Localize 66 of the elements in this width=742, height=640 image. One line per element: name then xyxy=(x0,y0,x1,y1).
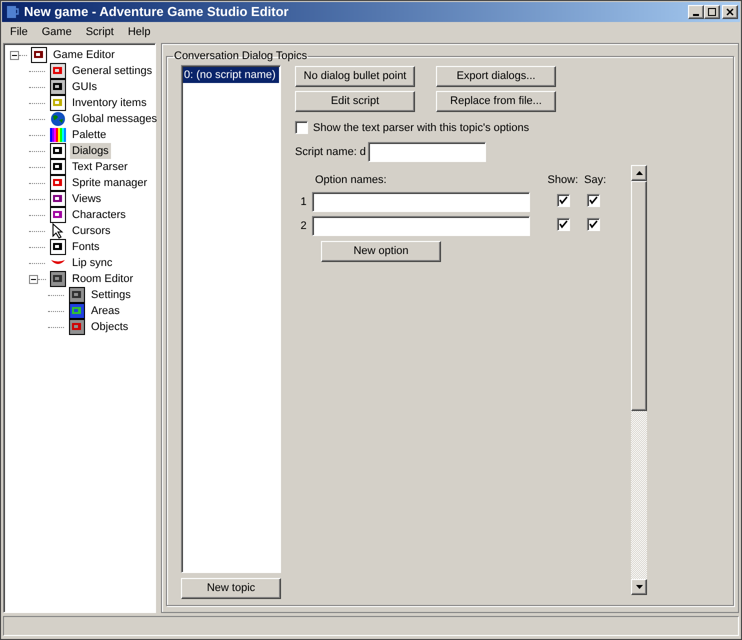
menu-item[interactable]: Game xyxy=(34,24,79,41)
column-header: Option names: xyxy=(315,172,387,188)
lips-icon xyxy=(50,259,66,267)
tree-item[interactable]: Characters xyxy=(70,206,128,224)
group-title: Conversation Dialog Topics xyxy=(173,49,308,64)
tree-item[interactable]: Inventory items xyxy=(70,94,149,112)
tree-item[interactable]: Views xyxy=(70,190,104,208)
checkbox[interactable] xyxy=(557,218,570,231)
tree-item[interactable]: Sprite manager xyxy=(70,174,150,192)
scroll-up-button[interactable] xyxy=(631,164,647,180)
tree-item[interactable]: Objects xyxy=(89,318,130,336)
tree-item[interactable]: Text Parser xyxy=(70,158,130,176)
room-icon xyxy=(69,303,85,319)
tree-item[interactable]: GUIs xyxy=(70,78,100,96)
push-button[interactable]: New topic xyxy=(181,578,281,599)
push-button[interactable]: No dialog bullet point xyxy=(295,66,415,86)
option-name-field[interactable] xyxy=(312,192,530,212)
menu-item[interactable]: Script xyxy=(78,24,121,41)
tree-item[interactable]: Lip sync xyxy=(70,254,114,272)
down-arrow-icon xyxy=(636,585,642,589)
collapse-icon[interactable] xyxy=(10,50,19,60)
checkbox[interactable] xyxy=(295,121,308,134)
option-number: 2 xyxy=(299,218,308,234)
tree-item[interactable]: Game Editor xyxy=(51,46,117,64)
tree-item[interactable]: Palette xyxy=(70,126,108,144)
room-icon xyxy=(69,287,85,303)
tree-item[interactable]: Fonts xyxy=(70,238,102,256)
menu-item[interactable]: Help xyxy=(120,24,158,41)
checkbox-label: Show the text parser with this topic's options xyxy=(313,120,530,136)
scroll-thumb[interactable] xyxy=(631,180,647,410)
push-button[interactable]: Edit script xyxy=(295,90,415,112)
checkbox[interactable] xyxy=(587,218,600,231)
room-icon xyxy=(69,319,85,335)
list-item[interactable]: 0: (no script name) xyxy=(183,66,279,83)
push-button[interactable]: New option xyxy=(321,241,441,262)
checkbox[interactable] xyxy=(557,194,570,207)
tree-item[interactable]: Room Editor xyxy=(70,270,136,288)
script-name-field[interactable] xyxy=(368,142,486,162)
checkbox[interactable] xyxy=(587,194,600,207)
up-arrow-icon xyxy=(636,170,642,174)
room-icon xyxy=(50,271,66,287)
option-name-field[interactable] xyxy=(312,216,530,236)
cursor-icon xyxy=(52,223,64,239)
tree-item[interactable]: Dialogs xyxy=(70,142,111,160)
push-button[interactable]: Export dialogs... xyxy=(436,66,556,86)
collapse-icon[interactable] xyxy=(29,274,38,284)
maximize-icon[interactable] xyxy=(704,5,720,19)
tree-item[interactable]: Cursors xyxy=(70,222,113,240)
globe-icon xyxy=(50,111,66,127)
option-number: 1 xyxy=(299,194,308,210)
field-label: Script name: d xyxy=(295,144,366,160)
tree-item[interactable]: General settings xyxy=(70,62,154,80)
window-title: New game - Adventure Game Studio Editor xyxy=(24,3,289,22)
tree-item[interactable]: Areas xyxy=(89,302,122,320)
palette-icon xyxy=(50,127,66,143)
menu-item[interactable]: File xyxy=(3,24,35,41)
close-icon[interactable] xyxy=(722,5,738,19)
column-header: Say: xyxy=(584,172,606,188)
minimize-icon[interactable] xyxy=(688,5,704,19)
tree-item[interactable]: Global messages xyxy=(70,110,159,128)
scroll-down-button[interactable] xyxy=(631,579,647,595)
cup-icon xyxy=(4,4,20,20)
tree-item[interactable]: Settings xyxy=(89,286,133,304)
panel-icon xyxy=(50,79,66,95)
push-button[interactable]: Replace from file... xyxy=(436,90,556,112)
column-header: Show: xyxy=(548,172,578,188)
